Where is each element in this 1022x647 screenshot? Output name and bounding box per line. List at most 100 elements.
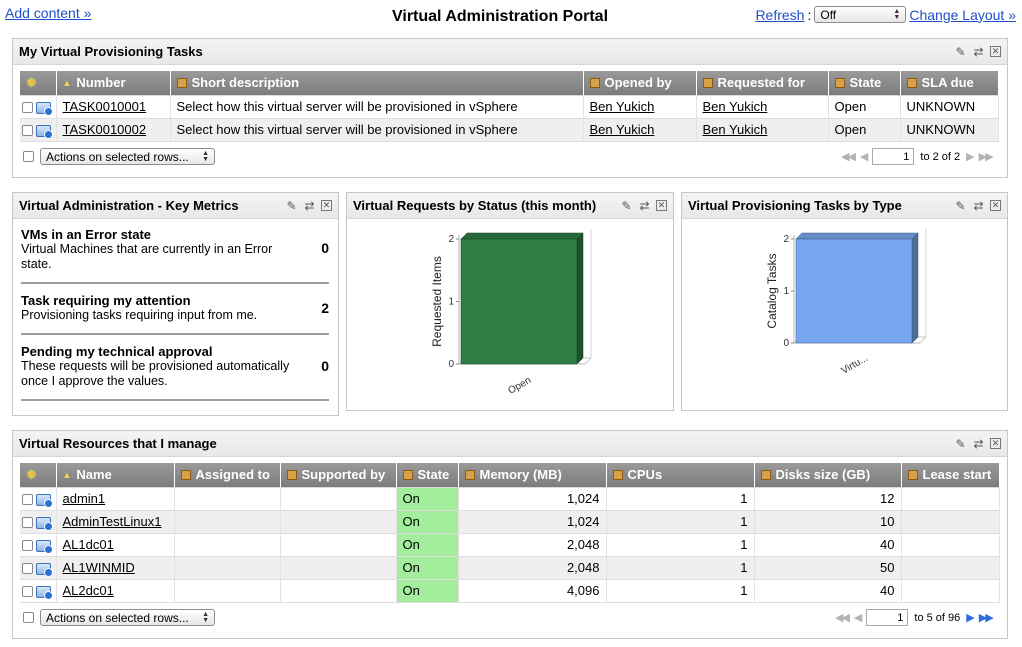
pager-next-icon[interactable]: ▶ [966,150,975,163]
task-number-link[interactable]: TASK0010001 [63,99,147,114]
metric-title: Task requiring my attention [21,293,191,308]
refresh-icon[interactable]: ⇄ [972,199,985,213]
table-row[interactable]: admin1 On 1,024 1 12 [20,487,1000,510]
table-row[interactable]: AdminTestLinux1 On 1,024 1 10 [20,510,1000,533]
col-short-description[interactable]: Short description [170,71,584,95]
column-settings[interactable]: ✹ [20,463,57,487]
select-all-checkbox[interactable] [23,612,34,623]
table-row[interactable]: TASK0010002 Select how this virtual serv… [20,118,999,141]
metric-item[interactable]: Task requiring my attention Provisioning… [21,293,329,323]
record-info-icon[interactable] [36,539,53,554]
col-disks-size[interactable]: Disks size (GB) [754,463,902,487]
pager-last-icon[interactable]: ▶▶ [979,150,994,163]
col-cpus[interactable]: CPUs [606,463,755,487]
divider [21,282,329,284]
requests-chart[interactable]: 0 1 2 Requested Items Open [347,220,673,410]
resource-name-link[interactable]: AL2dc01 [63,583,114,598]
pager-first-icon[interactable]: ◀◀ [841,150,856,163]
page-number-input[interactable] [872,148,915,165]
column-icon [612,470,623,481]
close-icon[interactable]: ✕ [321,200,332,211]
row-checkbox[interactable] [22,125,33,137]
table-row[interactable]: AL1WINMID On 2,048 1 50 [20,556,1000,579]
metric-item[interactable]: VMs in an Error state Virtual Machines t… [21,227,329,272]
close-icon[interactable]: ✕ [656,200,667,211]
edit-icon[interactable]: ✎ [620,199,633,213]
row-checkbox[interactable] [22,494,33,506]
refresh-select[interactable]: Off ▲ ▼ [814,6,907,23]
requested-for-link[interactable]: Ben Yukich [703,122,768,137]
column-icon [402,470,413,481]
edit-icon[interactable]: ✎ [954,199,967,213]
table-row[interactable]: TASK0010001 Select how this virtual serv… [20,95,999,118]
column-icon [760,470,771,481]
record-info-icon[interactable] [36,493,53,508]
select-all-checkbox[interactable] [23,151,34,162]
requested-for-link[interactable]: Ben Yukich [703,99,768,114]
opened-by-link[interactable]: Ben Yukich [590,122,655,137]
pager-next-icon[interactable]: ▶ [966,611,975,624]
bar[interactable] [460,238,578,365]
col-state[interactable]: State [828,71,901,95]
resource-name-link[interactable]: AdminTestLinux1 [63,514,162,529]
task-number-link[interactable]: TASK0010002 [63,122,147,137]
row-checkbox[interactable] [22,563,33,575]
pager-text: to 2 of 2 [920,150,961,163]
refresh-icon[interactable]: ⇄ [303,199,316,213]
edit-icon[interactable]: ✎ [954,437,967,451]
bar[interactable] [795,238,913,344]
record-info-icon[interactable] [36,124,53,139]
metric-item[interactable]: Pending my technical approval These requ… [21,344,329,389]
record-info-icon[interactable] [36,562,53,577]
col-opened-by[interactable]: Opened by [583,71,697,95]
refresh-link[interactable]: Refresh [755,7,804,23]
record-info-icon[interactable] [36,101,53,116]
refresh-icon[interactable]: ⇄ [972,45,985,59]
col-lease-start[interactable]: Lease start [901,463,1000,487]
close-icon[interactable]: ✕ [990,438,1001,449]
row-checkbox[interactable] [22,586,33,598]
row-checkbox[interactable] [22,517,33,529]
col-sla-due[interactable]: SLA due [900,71,999,95]
pager-prev-icon[interactable]: ◀ [854,611,863,624]
tasks-chart[interactable]: 0 1 2 Catalog Tasks Virtu... [682,220,1007,410]
pager-prev-icon[interactable]: ◀ [860,150,869,163]
column-icon [286,470,297,481]
resource-name-link[interactable]: AL1WINMID [63,560,135,575]
col-state[interactable]: State [396,463,459,487]
actions-select[interactable]: Actions on selected rows... ▲ ▼ [40,609,215,626]
refresh-icon[interactable]: ⇄ [972,437,985,451]
page-number-input[interactable] [866,609,909,626]
opened-by-link[interactable]: Ben Yukich [590,99,655,114]
y-tick-label: 2 [783,234,789,245]
resource-name-link[interactable]: AL1dc01 [63,537,114,552]
table-row[interactable]: AL1dc01 On 2,048 1 40 [20,533,1000,556]
edit-icon[interactable]: ✎ [954,45,967,59]
edit-icon[interactable]: ✎ [285,199,298,213]
bar-top [460,232,584,240]
bar-side [576,232,584,365]
record-info-icon[interactable] [36,516,53,531]
table-row[interactable]: AL2dc01 On 4,096 1 40 [20,579,1000,602]
col-assigned-to[interactable]: Assigned to [174,463,281,487]
col-name[interactable]: ▲ Name [56,463,175,487]
record-info-icon[interactable] [36,585,53,600]
col-memory[interactable]: Memory (MB) [458,463,607,487]
pager-first-icon[interactable]: ◀◀ [835,611,850,624]
close-icon[interactable]: ✕ [990,200,1001,211]
column-settings[interactable]: ✹ [20,71,57,95]
row-checkbox[interactable] [22,540,33,552]
col-supported-by[interactable]: Supported by [280,463,397,487]
resource-name-link[interactable]: admin1 [63,491,106,506]
pager-last-icon[interactable]: ▶▶ [979,611,994,624]
column-icon [702,78,713,89]
resource-lease-start [901,579,1000,602]
close-icon[interactable]: ✕ [990,46,1001,57]
col-number[interactable]: ▲ Number [56,71,171,95]
column-icon [589,78,600,89]
refresh-icon[interactable]: ⇄ [638,199,651,213]
col-requested-for[interactable]: Requested for [696,71,829,95]
row-checkbox[interactable] [22,102,33,114]
change-layout-link[interactable]: Change Layout » [909,7,1016,23]
actions-select[interactable]: Actions on selected rows... ▲ ▼ [40,148,215,165]
